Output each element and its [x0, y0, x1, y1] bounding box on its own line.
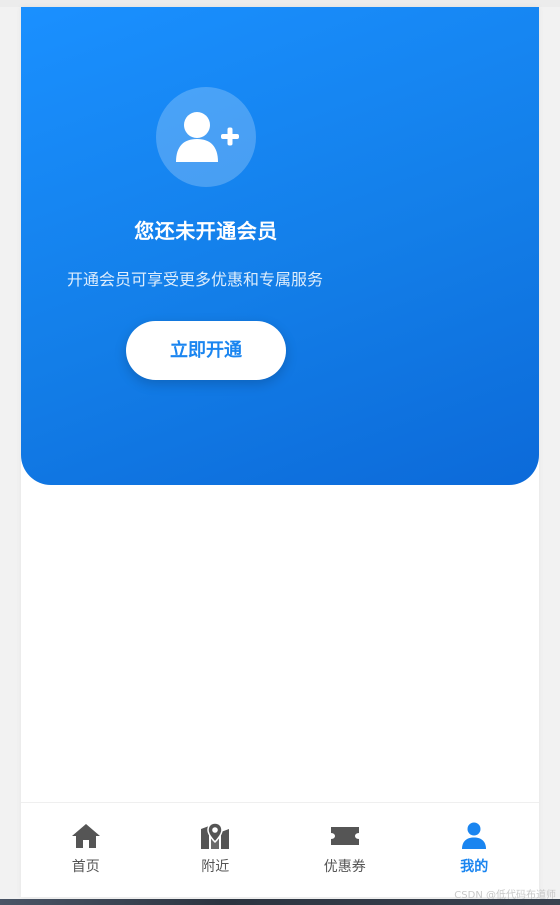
ticket-icon	[329, 822, 361, 850]
avatar-placeholder	[156, 87, 256, 187]
taskbar-strip	[0, 899, 560, 905]
phone-frame: 您还未开通会员 开通会员可享受更多优惠和专属服务 立即开通 首页 附近 优惠券 …	[21, 7, 539, 897]
home-icon	[70, 822, 102, 850]
bottom-tab-bar: 首页 附近 优惠券 我的	[21, 802, 539, 897]
tab-coupons[interactable]: 优惠券	[280, 803, 410, 897]
tab-nearby[interactable]: 附近	[151, 803, 281, 897]
user-plus-icon	[176, 112, 239, 162]
tab-home[interactable]: 首页	[21, 803, 151, 897]
hero-subtitle: 开通会员可享受更多优惠和专属服务	[67, 270, 324, 289]
map-marker-icon	[199, 822, 231, 850]
tab-nearby-label: 附近	[201, 859, 230, 875]
user-icon	[458, 822, 490, 850]
open-membership-button[interactable]: 立即开通	[126, 321, 286, 380]
window-top-strip	[0, 0, 560, 7]
tab-mine[interactable]: 我的	[410, 803, 540, 897]
tab-coupons-label: 优惠券	[323, 859, 366, 875]
hero-title: 您还未开通会员	[134, 219, 278, 243]
tab-home-label: 首页	[71, 859, 100, 875]
tab-mine-label: 我的	[460, 859, 489, 875]
membership-hero-card: 您还未开通会员 开通会员可享受更多优惠和专属服务 立即开通	[21, 7, 539, 485]
